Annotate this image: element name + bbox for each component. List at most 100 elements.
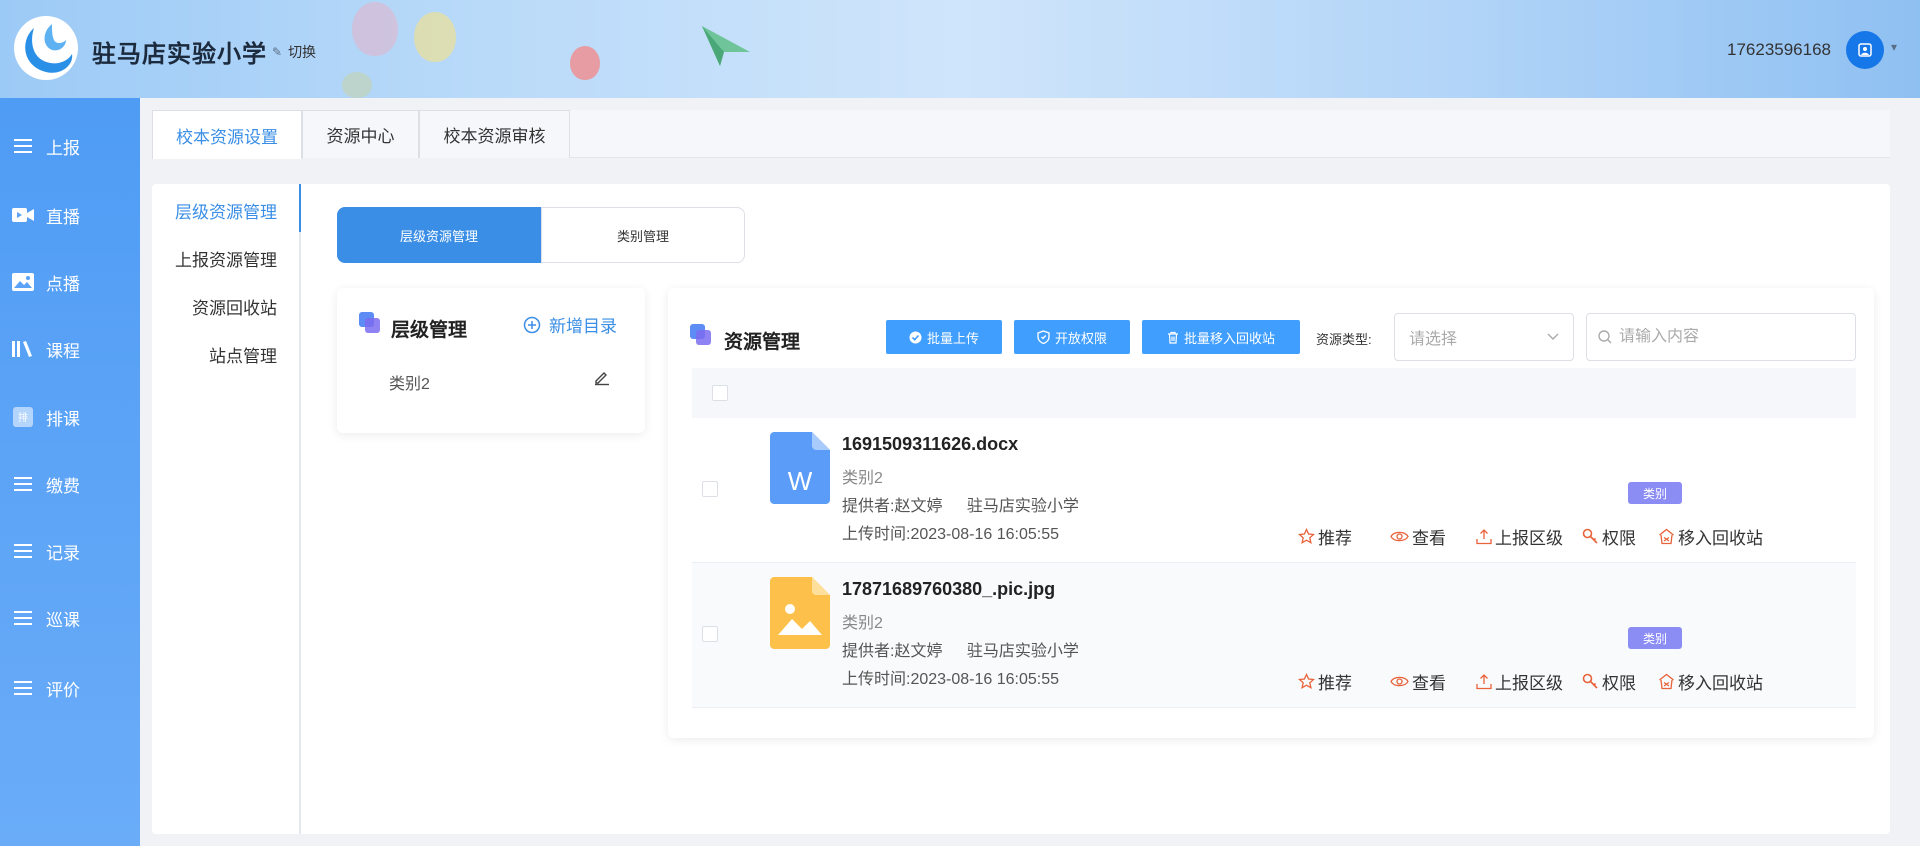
report-district-label: 上报区级 [1495,674,1563,693]
sub-nav-recycle-bin[interactable]: 资源回收站 [192,294,277,319]
file-category: 类别2 [842,470,883,487]
sidebar-item-schedule[interactable]: 排 排课 [0,397,140,437]
permission-button[interactable]: 权限 [1582,524,1636,549]
row-checkbox[interactable] [702,481,718,497]
table-header [692,368,1856,418]
balloon-decoration [342,72,372,98]
recommend-label: 推荐 [1318,674,1352,693]
sub-nav-reported-resource[interactable]: 上报资源管理 [175,246,277,271]
sidebar-item-vod[interactable]: 点播 [0,262,140,302]
add-directory-label: 新增目录 [549,317,617,336]
sidebar-item-label: 上报 [46,138,80,158]
sidebar-item-label: 直播 [46,207,80,227]
school-name: 驻马店实验小学 [92,41,267,68]
batch-upload-button[interactable]: 批量上传 [886,320,1002,354]
view-button[interactable]: 查看 [1390,669,1446,694]
switch-label: 切换 [288,44,317,60]
svg-text:W: W [788,466,813,496]
paper-plane-icon [702,26,750,66]
sidebar-item-inspection[interactable]: 巡课 [0,598,140,638]
sidebar-item-label: 缴费 [46,476,80,496]
file-provider-line: 提供者:赵文婷 驻马店实验小学 [842,637,1079,661]
recommend-button[interactable]: 推荐 [1298,669,1352,694]
sidebar-item-report[interactable]: 上报 [0,126,140,166]
recommend-button[interactable]: 推荐 [1298,524,1352,549]
segment-category-management[interactable]: 类别管理 [541,207,745,263]
balloon-decoration [414,12,456,62]
key-icon [1582,673,1598,689]
tab-school-resource-settings[interactable]: 校本资源设置 [152,110,302,159]
select-all-checkbox[interactable] [712,385,728,401]
recycle-bin-icon [1659,673,1674,690]
sidebar-item-evaluation[interactable]: 评价 [0,668,140,708]
sidebar-item-records[interactable]: 记录 [0,531,140,571]
key-icon [1582,528,1598,544]
view-label: 查看 [1412,674,1446,693]
sidebar: 上报 直播 点播 课程 排 排课 缴费 记录 巡课 评价 [0,98,140,846]
open-permission-label: 开放权限 [1054,330,1107,346]
move-to-recycle-button[interactable]: 移入回收站 [1658,669,1763,694]
books-icon [12,338,34,360]
trash-icon [1167,331,1178,344]
schedule-icon: 排 [12,406,34,428]
recommend-label: 推荐 [1318,529,1352,548]
menu-icon [12,607,34,629]
upload-icon [1476,529,1492,545]
sidebar-item-live[interactable]: 直播 [0,195,140,235]
resource-type-select[interactable]: 请选择 [1394,313,1574,361]
segment-hierarchy-resource[interactable]: 层级资源管理 [337,207,541,263]
main-area: 校本资源设置 资源中心 校本资源审核 层级资源管理 上报资源管理 资源回收站 站… [140,98,1920,846]
video-icon [12,204,34,226]
sub-nav-site-management[interactable]: 站点管理 [209,342,277,367]
hierarchy-panel: 层级管理 新增目录 类别2 [337,288,645,433]
tab-resource-center[interactable]: 资源中心 [302,110,419,158]
sidebar-item-course[interactable]: 课程 [0,329,140,369]
sidebar-item-label: 巡课 [46,610,80,630]
school-logo-icon [14,16,78,80]
add-directory-button[interactable]: 新增目录 [523,312,617,337]
category-item[interactable]: 类别2 [389,370,430,394]
cubes-icon [690,324,712,346]
batch-recycle-label: 批量移入回收站 [1183,330,1275,346]
search-input[interactable] [1619,328,1839,346]
sub-nav: 层级资源管理 上报资源管理 资源回收站 站点管理 [152,184,301,834]
row-checkbox[interactable] [702,626,718,642]
check-circle-icon [909,331,922,343]
permission-label: 权限 [1602,529,1636,548]
file-provider: 提供者:赵文婷 [842,498,943,515]
move-to-recycle-button[interactable]: 移入回收站 [1658,524,1763,549]
balloon-decoration [570,46,600,80]
cubes-icon [359,312,381,334]
report-district-button[interactable]: 上报区级 [1476,524,1563,549]
search-box[interactable] [1586,313,1856,361]
chevron-down-icon [1547,333,1559,340]
open-permission-button[interactable]: 开放权限 [1014,320,1130,354]
file-name[interactable]: 1691509311626.docx [842,434,1018,455]
chevron-down-icon[interactable]: ▾ [1891,40,1897,54]
view-button[interactable]: 查看 [1390,524,1446,549]
file-name[interactable]: 17871689760380_.pic.jpg [842,579,1055,600]
content-card: 层级资源管理 上报资源管理 资源回收站 站点管理 层级资源管理 类别管理 层级管… [152,184,1890,834]
batch-recycle-button[interactable]: 批量移入回收站 [1142,320,1300,354]
permission-label: 权限 [1602,674,1636,693]
edit-icon[interactable] [593,368,611,386]
sidebar-item-payment[interactable]: 缴费 [0,464,140,504]
category-badge: 类别 [1628,482,1682,504]
file-category: 类别2 [842,615,883,632]
avatar-icon [1858,43,1872,57]
batch-upload-label: 批量上传 [926,330,979,346]
sidebar-item-label: 排课 [46,409,80,429]
report-district-button[interactable]: 上报区级 [1476,669,1563,694]
search-icon [1598,330,1612,344]
tab-school-resource-review[interactable]: 校本资源审核 [419,110,570,158]
upload-icon [1476,674,1492,690]
user-avatar[interactable] [1846,31,1884,69]
sidebar-item-label: 课程 [46,341,80,361]
permission-button[interactable]: 权限 [1582,669,1636,694]
image-file-icon [770,577,830,649]
resource-panel-title: 资源管理 [724,332,801,353]
switch-school-button[interactable]: ✎ 切换 [272,42,316,62]
resource-panel: 资源管理 批量上传 开放权限 批量移入回收站 资源类型: 请选择 请输入内容 W… [668,288,1874,738]
top-tabs: 校本资源设置 资源中心 校本资源审核 [152,110,1890,159]
sub-nav-hierarchy-resource[interactable]: 层级资源管理 [175,198,277,223]
